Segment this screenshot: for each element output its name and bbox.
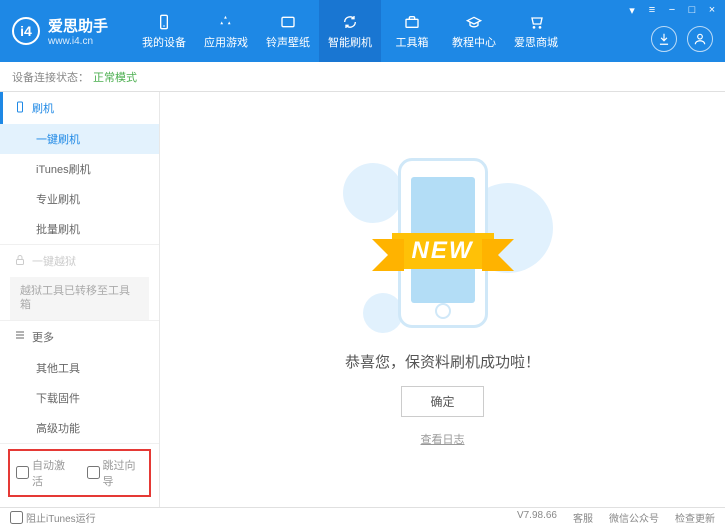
app-title: 爱思助手	[48, 15, 108, 36]
maximize-icon[interactable]: □	[685, 3, 699, 17]
sidebar: 刷机 一键刷机 iTunes刷机 专业刷机 批量刷机 一键越狱 越狱工具已转移至…	[0, 92, 160, 507]
logo-icon: i4	[12, 17, 40, 45]
options-row: 自动激活 跳过向导	[8, 449, 151, 497]
list-icon	[14, 329, 26, 344]
image-icon	[279, 13, 297, 31]
footer-link-wechat[interactable]: 微信公众号	[609, 510, 659, 525]
sidebar-item-other-tools[interactable]: 其他工具	[0, 353, 159, 383]
footer-link-update[interactable]: 检查更新	[675, 510, 715, 525]
top-nav: 我的设备 应用游戏 铃声壁纸 智能刷机 工具箱 教程中心 爱思商城	[133, 0, 567, 62]
sidebar-header-flash[interactable]: 刷机	[0, 92, 159, 124]
nav-my-device[interactable]: 我的设备	[133, 0, 195, 62]
sidebar-item-download-firmware[interactable]: 下载固件	[0, 383, 159, 413]
menu-icon[interactable]: ▾	[625, 3, 639, 17]
version-label: V7.98.66	[517, 510, 557, 525]
refresh-icon	[341, 13, 359, 31]
footer: 阻止iTunes运行 V7.98.66 客服 微信公众号 检查更新	[0, 507, 725, 527]
user-button[interactable]	[687, 26, 713, 52]
sidebar-jailbreak-note: 越狱工具已转移至工具箱	[10, 277, 149, 320]
cart-icon	[527, 13, 545, 31]
phone-icon	[14, 101, 26, 116]
window-controls: ▾ ≡ − □ ×	[625, 3, 719, 17]
settings-icon[interactable]: ≡	[645, 3, 659, 17]
sidebar-header-jailbreak: 一键越狱	[0, 245, 159, 277]
view-log-link[interactable]: 查看日志	[421, 431, 465, 447]
sidebar-item-pro-flash[interactable]: 专业刷机	[0, 184, 159, 214]
app-icon	[217, 13, 235, 31]
footer-link-support[interactable]: 客服	[573, 510, 593, 525]
toolbox-icon	[403, 13, 421, 31]
sidebar-item-advanced[interactable]: 高级功能	[0, 413, 159, 443]
sidebar-item-onekey-flash[interactable]: 一键刷机	[0, 124, 159, 154]
device-info: iPhone 15 Pro Max 512GB iPhone	[0, 502, 159, 507]
app-url: www.i4.cn	[48, 36, 108, 47]
graduation-icon	[465, 13, 483, 31]
nav-tutorials[interactable]: 教程中心	[443, 0, 505, 62]
sidebar-item-batch-flash[interactable]: 批量刷机	[0, 214, 159, 244]
phone-icon	[155, 13, 173, 31]
block-itunes-checkbox[interactable]: 阻止iTunes运行	[10, 510, 96, 525]
logo: i4 爱思助手 www.i4.cn	[12, 15, 108, 47]
nav-flash[interactable]: 智能刷机	[319, 0, 381, 62]
skip-guide-checkbox[interactable]: 跳过向导	[87, 457, 144, 489]
lock-icon	[14, 254, 26, 269]
nav-apps[interactable]: 应用游戏	[195, 0, 257, 62]
connection-mode: 正常模式	[93, 69, 137, 85]
main-content: NEW 恭喜您，保资料刷机成功啦！ 确定 查看日志	[160, 92, 725, 507]
sidebar-item-itunes-flash[interactable]: iTunes刷机	[0, 154, 159, 184]
new-ribbon: NEW	[392, 233, 494, 269]
download-button[interactable]	[651, 26, 677, 52]
success-message: 恭喜您，保资料刷机成功啦！	[345, 351, 540, 372]
sidebar-header-more[interactable]: 更多	[0, 321, 159, 353]
nav-ringtone[interactable]: 铃声壁纸	[257, 0, 319, 62]
auto-activate-checkbox[interactable]: 自动激活	[16, 457, 73, 489]
connection-status: 设备连接状态： 正常模式	[0, 62, 725, 92]
minimize-icon[interactable]: −	[665, 3, 679, 17]
app-header: i4 爱思助手 www.i4.cn 我的设备 应用游戏 铃声壁纸 智能刷机 工具…	[0, 0, 725, 62]
success-illustration: NEW	[333, 153, 553, 333]
nav-toolbox[interactable]: 工具箱	[381, 0, 443, 62]
close-icon[interactable]: ×	[705, 3, 719, 17]
nav-mall[interactable]: 爱思商城	[505, 0, 567, 62]
ok-button[interactable]: 确定	[401, 386, 483, 417]
